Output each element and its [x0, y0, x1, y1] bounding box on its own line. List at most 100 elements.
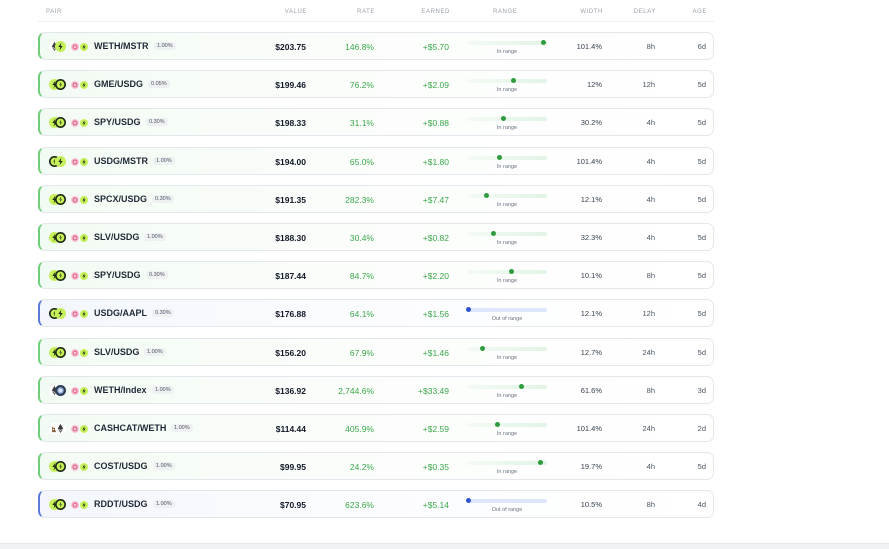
token-icons [49, 270, 88, 282]
range-indicator: In range [467, 382, 547, 400]
position-rate: 76.2% [349, 80, 374, 91]
token-icons [49, 384, 88, 397]
pair-name: WETH/Index [94, 384, 147, 395]
position-row[interactable]: GME/USDG 0.05% $199.46 76.2% +$2.09 In range 1… [38, 70, 714, 99]
bolt-icon [80, 348, 88, 357]
position-age: 5d [697, 309, 706, 319]
pair-name: SLV/USDG [94, 232, 140, 242]
bolt-icon [80, 310, 88, 319]
usdg-icon [55, 79, 66, 91]
pink-token-icon [71, 501, 79, 510]
range-indicator: In range [467, 114, 547, 132]
col-earned-header[interactable]: EARNED [421, 9, 450, 15]
position-value: $187.44 [275, 271, 306, 282]
position-earned: +$5.14 [422, 500, 449, 511]
position-row[interactable]: RDDT/USDG 1.00% $70.95 623.6% +$5.14 Out of r… [38, 490, 714, 519]
position-row[interactable]: USDG/AAPL 0.30% $176.88 64.1% +$1.56 Out of r… [38, 299, 714, 328]
range-marker [483, 192, 489, 198]
col-width-header[interactable]: WIDTH [580, 9, 603, 15]
position-width: 101.4% [576, 42, 602, 51]
fee-badge: 0.30% [152, 194, 174, 203]
position-age: 5d [697, 271, 706, 281]
position-age: 5d [697, 156, 706, 166]
table-header: PAIR VALUE RATE EARNED RANGE WIDTH DELAY… [38, 0, 714, 22]
range-indicator: In range [467, 458, 547, 476]
position-age: 5d [697, 118, 706, 128]
pair-name: WETH/MSTR [94, 41, 149, 51]
position-rate: 31.1% [349, 118, 374, 129]
position-value: $203.75 [275, 42, 306, 52]
position-delay: 8h [646, 385, 655, 395]
position-earned: +$0.35 [422, 462, 449, 473]
range-bar [467, 346, 547, 351]
pink-token-icon [71, 310, 79, 319]
pair-name: GME/USDG [94, 79, 144, 90]
col-rate-header[interactable]: RATE [357, 9, 375, 15]
position-row[interactable]: COST/USDG 1.00% $99.95 24.2% +$0.35 In range 1… [38, 452, 714, 481]
position-width: 12% [586, 80, 602, 90]
position-value: $188.30 [275, 233, 306, 243]
pair-name: USDG/AAPL [94, 308, 148, 319]
index-icon [55, 384, 66, 396]
position-row[interactable]: WETH/Index 1.00% $136.92 2,744.6% +$33.49 In … [38, 375, 714, 404]
position-row[interactable]: WETH/MSTR 1.00% $203.75 146.8% +$5.70 In rang… [38, 32, 714, 60]
position-earned: +$33.49 [418, 385, 449, 396]
col-age-header[interactable]: AGE [693, 9, 707, 15]
position-delay: 4h [646, 194, 655, 204]
usdg-icon [55, 270, 66, 282]
fee-badge: 1.00% [153, 156, 175, 165]
bolt-icon [80, 272, 88, 281]
range-bar [467, 308, 547, 313]
token-icons [49, 308, 88, 320]
position-width: 10.1% [580, 271, 602, 281]
col-delay-header[interactable]: DELAY [634, 9, 656, 15]
token-icons [49, 117, 88, 129]
range-indicator: In range [467, 267, 547, 285]
range-status-label: In range [496, 392, 518, 399]
range-bar [467, 41, 547, 45]
usdg-icon [55, 193, 66, 205]
position-earned: +$2.20 [422, 271, 449, 282]
position-rate: 282.3% [345, 194, 374, 205]
pair-name: SPCX/USDG [94, 193, 148, 204]
position-rate: 30.4% [349, 233, 374, 243]
bolt-icon [80, 386, 88, 395]
range-status-label: In range [496, 201, 518, 208]
position-age: 5d [697, 462, 706, 472]
range-marker [500, 116, 506, 122]
col-value-header[interactable]: VALUE [285, 9, 307, 15]
position-row[interactable]: SLV/USDG 1.00% $188.30 30.4% +$0.82 In range 3… [38, 223, 714, 251]
token-icons [49, 155, 88, 168]
pink-token-icon [71, 272, 79, 281]
position-row[interactable]: CASHCAT/WETH 1.00% $114.44 405.9% +$2.59 In r… [38, 414, 714, 442]
range-bar [467, 384, 547, 389]
range-marker [479, 345, 485, 351]
range-indicator: In range [467, 153, 547, 171]
fee-badge: 1.00% [153, 500, 175, 509]
position-delay: 12h [642, 309, 655, 319]
range-indicator: In range [467, 191, 547, 209]
range-status-label: In range [496, 163, 518, 170]
position-row[interactable]: SPCX/USDG 0.30% $191.35 282.3% +$7.47 In rang… [38, 184, 714, 213]
col-range-header[interactable]: RANGE [493, 9, 517, 15]
position-age: 6d [697, 42, 706, 51]
usdg-icon [55, 117, 66, 129]
bolt-icon [80, 43, 88, 51]
pink-token-icon [71, 463, 79, 472]
range-status-label: Out of range [491, 507, 523, 514]
position-width: 19.7% [580, 462, 602, 472]
position-width: 12.1% [580, 194, 602, 204]
bolt-icon [80, 234, 88, 242]
position-row[interactable]: USDG/MSTR 1.00% $194.00 65.0% +$1.80 In range… [38, 146, 714, 175]
fee-badge: 1.00% [153, 462, 175, 471]
position-row[interactable]: SPY/USDG 0.30% $198.33 31.1% +$0.88 In range 3… [38, 108, 714, 137]
position-earned: +$1.80 [422, 156, 449, 167]
fee-badge: 1.00% [144, 233, 166, 241]
eth-icon [55, 423, 66, 434]
col-pair-header[interactable]: PAIR [46, 9, 62, 15]
position-row[interactable]: SLV/USDG 1.00% $156.20 67.9% +$1.46 In range 1… [38, 337, 714, 366]
pair-name: RDDT/USDG [94, 499, 148, 510]
range-status-label: In range [496, 240, 518, 246]
position-row[interactable]: SPY/USDG 0.30% $187.44 84.7% +$2.20 In range 1… [38, 261, 714, 290]
position-age: 2d [697, 424, 706, 433]
